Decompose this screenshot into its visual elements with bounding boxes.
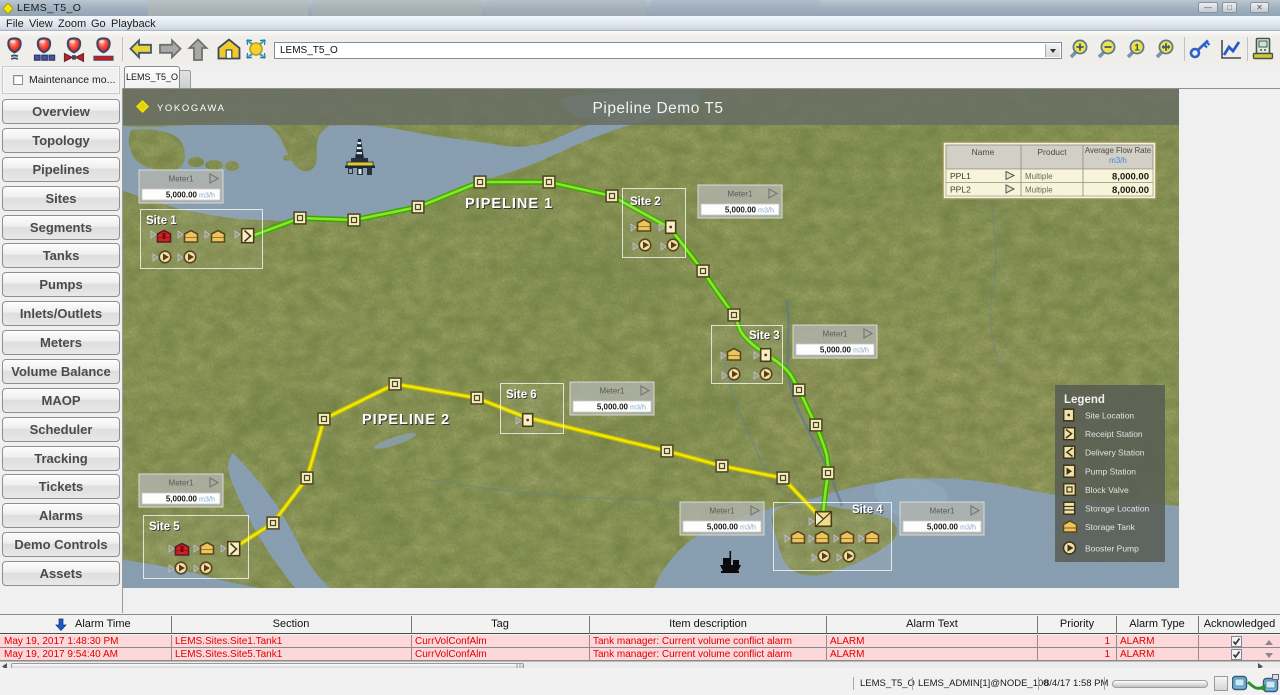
svg-text:5,000.00: 5,000.00	[166, 495, 198, 504]
svg-text:PIPELINE 2: PIPELINE 2	[362, 412, 450, 428]
svg-text:m3/h: m3/h	[199, 495, 215, 504]
svg-text:Meter1: Meter1	[823, 330, 848, 339]
svg-text:PIPELINE 1: PIPELINE 1	[465, 196, 553, 212]
svg-text:Multiple: Multiple	[1025, 172, 1053, 181]
svg-text:5,000.00: 5,000.00	[166, 191, 198, 200]
svg-text:Name: Name	[972, 147, 995, 157]
svg-text:Multiple: Multiple	[1025, 186, 1053, 195]
svg-text:5,000.00: 5,000.00	[707, 523, 739, 532]
svg-text:Meter1: Meter1	[728, 190, 753, 199]
svg-text:Meter1: Meter1	[710, 507, 735, 516]
svg-text:Pipeline Demo T5: Pipeline Demo T5	[593, 100, 724, 117]
svg-text:Average Flow Rate: Average Flow Rate	[1085, 146, 1151, 155]
svg-text:m3/h: m3/h	[853, 346, 869, 355]
svg-text:Delivery Station: Delivery Station	[1085, 448, 1145, 458]
svg-text:Receipt Station: Receipt Station	[1085, 429, 1143, 439]
svg-text:1: 1	[1134, 43, 1140, 54]
svg-text:m3/h: m3/h	[199, 191, 215, 200]
svg-text:PPL1: PPL1	[950, 171, 971, 181]
svg-text:Block Valve: Block Valve	[1085, 485, 1129, 495]
svg-text:5,000.00: 5,000.00	[820, 346, 852, 355]
svg-text:8,000.00: 8,000.00	[1112, 185, 1149, 196]
svg-text:Site Location: Site Location	[1085, 411, 1134, 421]
svg-text:5,000.00: 5,000.00	[927, 523, 959, 532]
svg-text:Storage Tank: Storage Tank	[1085, 522, 1136, 532]
svg-text:Meter1: Meter1	[169, 479, 194, 488]
svg-text:PPL2: PPL2	[950, 185, 971, 195]
svg-text:m3/h: m3/h	[960, 523, 976, 532]
svg-text:Site 1: Site 1	[146, 215, 177, 227]
svg-text:m3/h: m3/h	[740, 523, 756, 532]
svg-text:Meter1: Meter1	[169, 175, 194, 184]
svg-text:Site 6: Site 6	[506, 389, 537, 401]
svg-text:Site 5: Site 5	[149, 521, 180, 533]
svg-text:Product: Product	[1037, 147, 1067, 157]
svg-text:Meter1: Meter1	[930, 507, 955, 516]
svg-text:m3/h: m3/h	[630, 403, 646, 412]
svg-text:Pump Station: Pump Station	[1085, 467, 1136, 477]
svg-text:Site 3: Site 3	[749, 330, 780, 342]
svg-text:Legend: Legend	[1064, 394, 1105, 406]
svg-text:m3/h: m3/h	[758, 206, 774, 215]
svg-text:Site 4: Site 4	[852, 504, 883, 516]
svg-text:8,000.00: 8,000.00	[1112, 172, 1149, 183]
svg-text:m3/h: m3/h	[1109, 156, 1127, 165]
svg-text:5,000.00: 5,000.00	[725, 206, 757, 215]
svg-text:Booster Pump: Booster Pump	[1085, 544, 1139, 554]
svg-text:5,000.00: 5,000.00	[597, 403, 629, 412]
svg-text:Meter1: Meter1	[600, 387, 625, 396]
svg-text:Site 2: Site 2	[630, 196, 661, 208]
svg-text:Storage Location: Storage Location	[1085, 504, 1150, 514]
svg-text:YOKOGAWA: YOKOGAWA	[157, 103, 226, 114]
